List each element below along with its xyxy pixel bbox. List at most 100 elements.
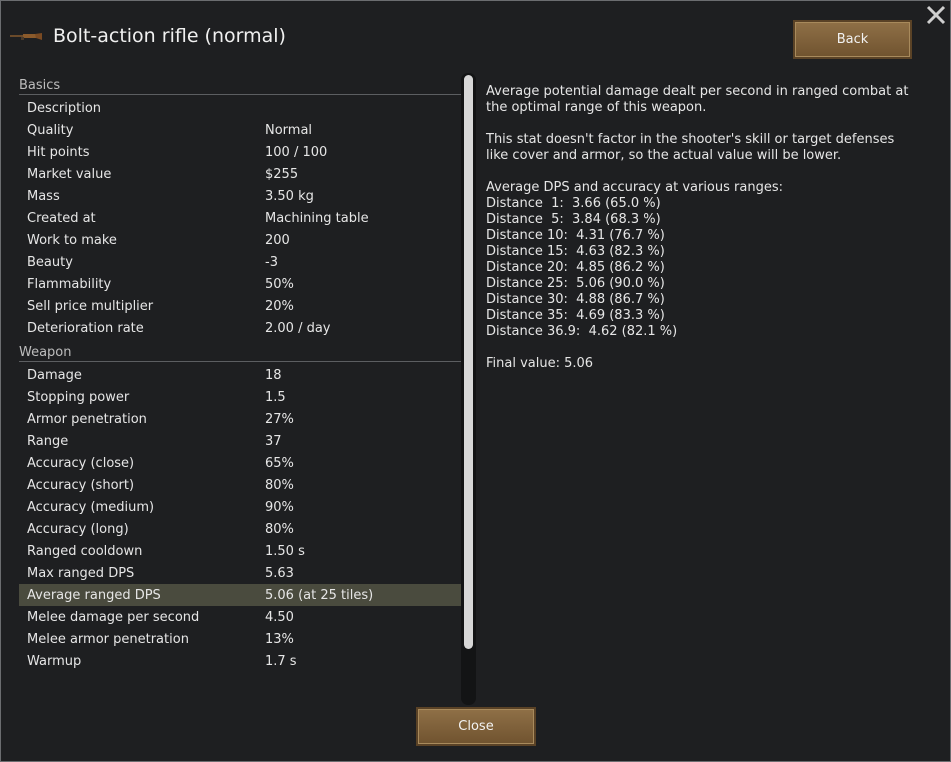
stat-label: Market value [27, 166, 112, 182]
stat-value: 100 / 100 [265, 144, 328, 160]
rifle-icon [10, 33, 42, 40]
stat-row[interactable]: Created at Machining table [19, 207, 461, 229]
scrollbar[interactable] [461, 73, 476, 705]
stat-value: 5.06 (at 25 tiles) [265, 587, 374, 603]
stat-label: Stopping power [27, 389, 130, 405]
stat-label: Max ranged DPS [27, 565, 135, 581]
stat-row[interactable]: Melee damage per second 4.50 [19, 606, 461, 628]
stat-label: Work to make [27, 232, 117, 248]
stat-label: Mass [27, 188, 60, 204]
range-line: Distance 1: 3.66 (65.0 %) [486, 196, 661, 211]
range-line: Distance 5: 3.84 (68.3 %) [486, 212, 661, 227]
stat-label: Deterioration rate [27, 320, 144, 336]
stat-row[interactable]: Beauty -3 [19, 251, 461, 273]
scrollbar-thumb[interactable] [464, 75, 473, 649]
stat-row[interactable]: Armor penetration 27% [19, 408, 461, 430]
stat-value: $255 [265, 166, 299, 182]
range-line: Distance 36.9: 4.62 (82.1 %) [486, 324, 678, 339]
stat-row[interactable]: Accuracy (long) 80% [19, 518, 461, 540]
stat-value: 80% [265, 477, 294, 493]
range-line: Distance 30: 4.88 (86.7 %) [486, 292, 665, 307]
dialog-title: Bolt-action rifle (normal) [53, 25, 286, 47]
stat-row[interactable]: Average ranged DPS 5.06 (at 25 tiles) [19, 584, 461, 606]
stat-value: 1.7 s [265, 653, 297, 669]
final-value: Final value: 5.06 [486, 356, 594, 371]
range-line: Distance 35: 4.69 (83.3 %) [486, 308, 665, 323]
stat-row[interactable]: Flammability 50% [19, 273, 461, 295]
stat-value: 20% [265, 298, 294, 314]
stat-label: Melee damage per second [27, 609, 200, 625]
range-line: Distance 10: 4.31 (76.7 %) [486, 228, 665, 243]
stat-row[interactable]: Mass 3.50 kg [19, 185, 461, 207]
description-paragraph: Average potential damage dealt per secon… [486, 84, 909, 115]
stat-label: Created at [27, 210, 96, 226]
stat-label: Ranged cooldown [27, 543, 143, 559]
stat-row[interactable]: Market value $255 [19, 163, 461, 185]
range-breakdown-header: Average DPS and accuracy at various rang… [486, 180, 783, 195]
stat-row[interactable]: Work to make 200 [19, 229, 461, 251]
stat-row[interactable]: Melee armor penetration 13% [19, 628, 461, 650]
stats-list: Basics Description Quality Normal Hit points… [19, 76, 461, 672]
description-paragraph: This stat doesn't factor in the shooter'… [486, 132, 895, 163]
stat-value: 200 [265, 232, 290, 248]
stat-row[interactable]: Description [19, 97, 461, 119]
stat-label: Accuracy (long) [27, 521, 129, 537]
stat-label: Beauty [27, 254, 73, 270]
title-row: Bolt-action rifle (normal) [9, 21, 286, 51]
stat-label: Accuracy (medium) [27, 499, 155, 515]
stat-value: 5.63 [265, 565, 294, 581]
stat-row[interactable]: Max ranged DPS 5.63 [19, 562, 461, 584]
stat-row[interactable]: Damage 18 [19, 364, 461, 386]
stat-label: Flammability [27, 276, 112, 292]
stat-label: Sell price multiplier [27, 298, 154, 314]
stat-row[interactable]: Range 37 [19, 430, 461, 452]
section-header: Basics [19, 76, 461, 95]
stat-row[interactable]: Accuracy (short) 80% [19, 474, 461, 496]
stat-description: Average potential damage dealt per secon… [486, 84, 916, 372]
stat-value: -3 [265, 254, 278, 270]
back-button[interactable]: Back [793, 20, 912, 59]
stat-value: 1.5 [265, 389, 286, 405]
stat-row[interactable]: Sell price multiplier 20% [19, 295, 461, 317]
stat-row[interactable]: Stopping power 1.5 [19, 386, 461, 408]
stat-value: Normal [265, 122, 313, 138]
stat-value: 90% [265, 499, 294, 515]
stat-label: Warmup [27, 653, 82, 669]
close-icon[interactable] [925, 4, 947, 26]
stat-row[interactable]: Deterioration rate 2.00 / day [19, 317, 461, 339]
stat-value: 18 [265, 367, 282, 383]
stat-label: Damage [27, 367, 82, 383]
stat-value: 2.00 / day [265, 320, 331, 336]
stat-label: Hit points [27, 144, 90, 160]
stat-label: Range [27, 433, 69, 449]
section-header: Weapon [19, 343, 461, 362]
range-breakdown: Average DPS and accuracy at various rang… [486, 180, 916, 340]
range-line: Distance 25: 5.06 (90.0 %) [486, 276, 665, 291]
close-button[interactable]: Close [416, 707, 536, 746]
stat-label: Quality [27, 122, 74, 138]
stat-value: 37 [265, 433, 282, 449]
stat-value: 4.50 [265, 609, 294, 625]
stat-row[interactable]: Accuracy (medium) 90% [19, 496, 461, 518]
stat-value: 27% [265, 411, 294, 427]
stat-row[interactable]: Quality Normal [19, 119, 461, 141]
stat-label: Average ranged DPS [27, 587, 161, 603]
stat-value: 1.50 s [265, 543, 305, 559]
stat-row[interactable]: Accuracy (close) 65% [19, 452, 461, 474]
stat-label: Melee armor penetration [27, 631, 189, 647]
stat-label: Armor penetration [27, 411, 147, 427]
stat-value: 65% [265, 455, 294, 471]
range-line: Distance 20: 4.85 (86.2 %) [486, 260, 665, 275]
stat-label: Accuracy (short) [27, 477, 135, 493]
stat-row[interactable]: Warmup 1.7 s [19, 650, 461, 672]
stat-info-dialog: Bolt-action rifle (normal) Back Basics De… [0, 0, 951, 762]
stat-label: Accuracy (close) [27, 455, 135, 471]
stat-value: 3.50 kg [265, 188, 314, 204]
range-line: Distance 15: 4.63 (82.3 %) [486, 244, 665, 259]
stat-label: Description [27, 100, 102, 116]
stat-value: Machining table [265, 210, 369, 226]
stat-value: 80% [265, 521, 294, 537]
stat-row[interactable]: Ranged cooldown 1.50 s [19, 540, 461, 562]
stat-value: 13% [265, 631, 294, 647]
stat-row[interactable]: Hit points 100 / 100 [19, 141, 461, 163]
